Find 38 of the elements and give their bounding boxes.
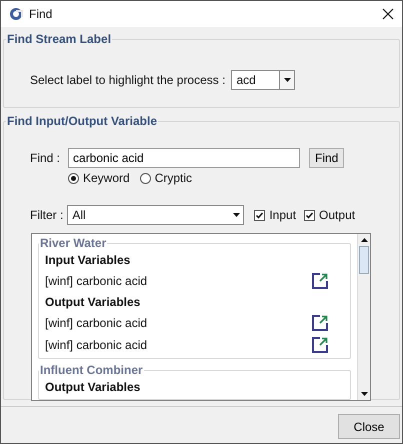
variable-name: [winf] carbonic acid — [45, 316, 148, 330]
radio-label: Cryptic — [154, 171, 192, 185]
open-external-icon[interactable] — [312, 273, 328, 289]
panel-title: Find Stream Label — [6, 32, 112, 46]
radio-label: Keyword — [83, 171, 130, 185]
open-external-icon[interactable] — [312, 315, 328, 331]
section-heading: Input Variables — [45, 252, 132, 269]
dropdown-arrow-icon[interactable] — [360, 392, 368, 396]
checkbox[interactable] — [304, 210, 316, 220]
field-label: Find : — [30, 151, 60, 165]
radio-button[interactable] — [68, 172, 79, 184]
field-label: Filter : — [30, 208, 64, 222]
label-dropdown[interactable]: acd — [231, 70, 296, 90]
variable-name: [winf] carbonic acid — [45, 338, 148, 352]
radio-button[interactable] — [140, 172, 151, 184]
variable-name: [winf] carbonic acid — [45, 274, 148, 288]
checkbox-label: Output — [319, 208, 356, 222]
close-button[interactable]: Close — [338, 414, 400, 439]
filter-dropdown[interactable]: All — [67, 205, 244, 225]
section-heading: Output Variables — [45, 379, 142, 396]
scroll-thumb[interactable] — [359, 246, 369, 274]
section-heading: Output Variables — [45, 294, 142, 311]
search-field[interactable]: carbonic acid — [68, 148, 300, 168]
scrollbar[interactable] — [357, 234, 370, 400]
checkbox[interactable] — [254, 210, 266, 220]
dropdown-arrow-icon[interactable] — [232, 213, 240, 217]
find-button[interactable]: Find — [309, 148, 344, 168]
group-title: River Water — [39, 236, 108, 250]
dropdown-arrow-icon[interactable] — [284, 78, 291, 82]
close-icon[interactable] — [382, 8, 394, 20]
app-logo-icon — [9, 7, 23, 21]
checkbox-label: Input — [269, 208, 296, 222]
scroll-up-icon[interactable] — [360, 238, 368, 242]
group-title: Influent Combiner — [39, 363, 144, 377]
open-external-icon[interactable] — [312, 337, 328, 353]
window-title: Find — [29, 7, 54, 21]
panel-title: Find Input/Output Variable — [6, 114, 158, 128]
field-label: Select label to highlight the process : — [30, 73, 226, 87]
